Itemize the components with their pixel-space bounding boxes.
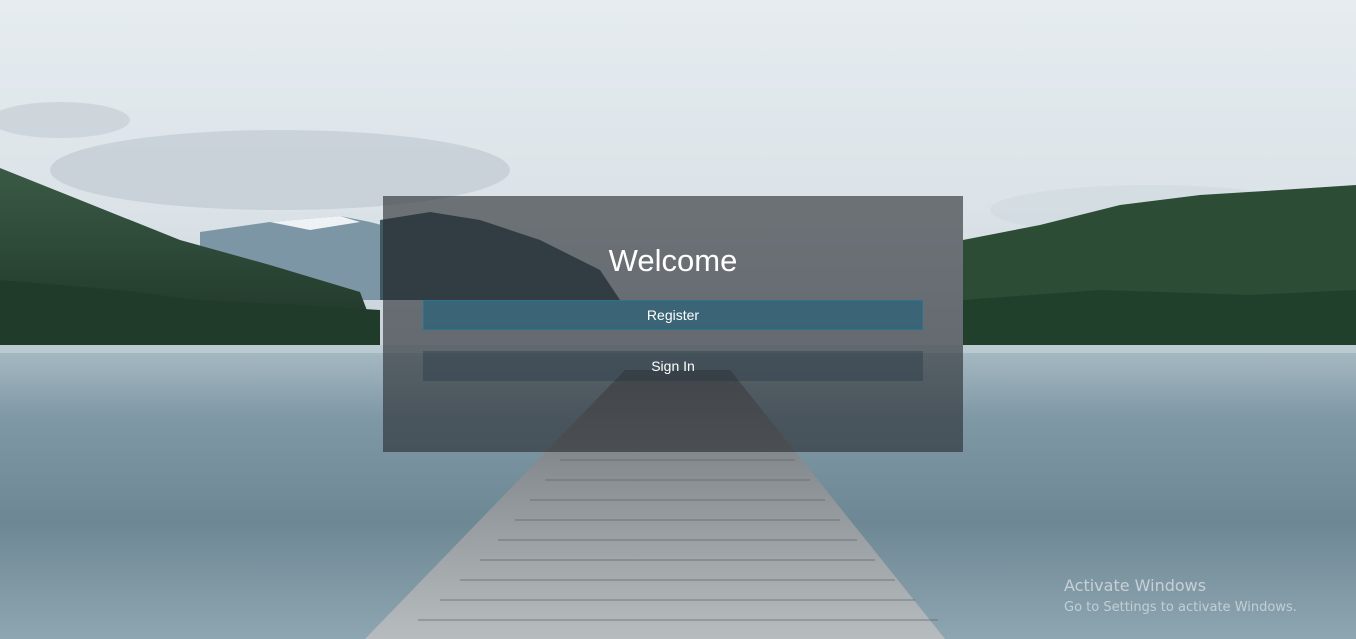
register-button[interactable]: Register — [423, 300, 923, 330]
page: Welcome Register Sign In Activate Window… — [0, 0, 1356, 639]
activate-windows-watermark-title: Activate Windows — [1064, 576, 1207, 595]
activate-windows-watermark-subtitle: Go to Settings to activate Windows. — [1064, 600, 1297, 615]
welcome-title: Welcome — [608, 243, 738, 278]
welcome-panel: Welcome Register Sign In — [383, 196, 963, 452]
sign-in-button[interactable]: Sign In — [423, 351, 923, 381]
